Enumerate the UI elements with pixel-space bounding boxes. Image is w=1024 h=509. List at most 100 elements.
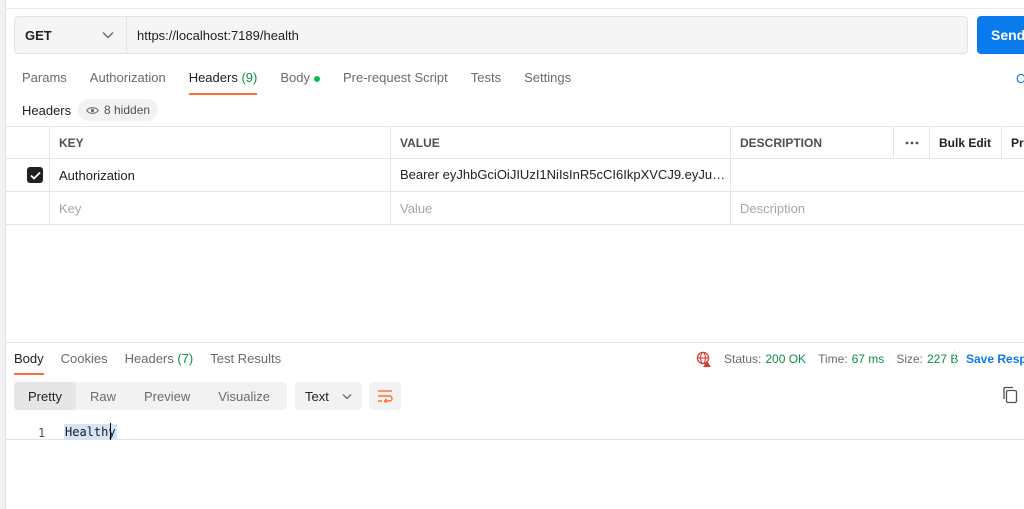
tab-body-label: Body	[280, 70, 310, 85]
hidden-headers-toggle[interactable]: 8 hidden	[78, 99, 159, 121]
key-placeholder: Key	[59, 200, 82, 216]
line-number: 1	[38, 426, 46, 440]
response-tabs: Body Cookies Headers (7) Test Results	[14, 351, 298, 375]
header-description-cell[interactable]	[730, 159, 893, 191]
presets-label: Pre	[1011, 135, 1024, 150]
header-key-cell[interactable]: Authorization	[49, 159, 390, 191]
tab-pre-request-script[interactable]: Pre-request Script	[343, 70, 448, 94]
time-info[interactable]: Time: 67 ms	[818, 352, 884, 366]
header-key-text: Authorization	[59, 167, 135, 183]
request-tabs: Params Authorization Headers (9) Body Pr…	[22, 70, 594, 95]
wrap-lines-icon	[378, 390, 393, 403]
new-value-input[interactable]: Value	[390, 192, 730, 224]
table-row-empty: Key Value Description	[5, 192, 1024, 225]
cookies-link[interactable]: C	[1016, 71, 1024, 86]
empty-checkbox-cell	[5, 192, 49, 224]
copy-icon	[1003, 386, 1018, 404]
tab-tests-label: Tests	[470, 70, 502, 85]
status-info[interactable]: Status: 200 OK	[724, 352, 806, 366]
value-placeholder: Value	[400, 200, 433, 216]
resp-tab-headers[interactable]: Headers (7)	[125, 351, 194, 375]
resp-tab-body-label: Body	[14, 351, 44, 366]
header-value-text: Bearer eyJhbGciOiJIUzI1NiIsInR5cCI6IkpXV…	[400, 167, 730, 182]
globe-warning-icon[interactable]	[696, 351, 712, 367]
more-horizontal-icon	[905, 141, 918, 144]
format-pretty[interactable]: Pretty	[14, 382, 76, 410]
status-separator	[954, 350, 955, 368]
check-icon	[29, 171, 41, 180]
code-editor-line[interactable]	[5, 423, 1024, 440]
format-preview-label: Preview	[143, 388, 191, 404]
time-value: 67 ms	[851, 352, 885, 366]
language-select[interactable]: Text	[295, 382, 362, 410]
hidden-headers-count: 8 hidden	[104, 103, 151, 117]
table-row: Authorization Bearer eyJhbGciOiJIUzI1NiI…	[5, 159, 1024, 192]
chevron-down-icon	[342, 393, 352, 399]
tab-authorization[interactable]: Authorization	[90, 70, 166, 94]
new-description-input[interactable]: Description	[730, 192, 893, 224]
resp-tab-headers-label: Headers	[124, 351, 174, 366]
column-key: KEY	[49, 127, 390, 158]
language-label: Text	[305, 388, 329, 404]
bulk-edit-label: Bulk Edit	[939, 135, 992, 150]
bulk-edit-button[interactable]: Bulk Edit	[929, 127, 1001, 158]
method-select[interactable]: GET	[15, 17, 127, 53]
response-divider[interactable]	[5, 342, 1024, 343]
status-label: Status:	[724, 352, 762, 366]
format-raw[interactable]: Raw	[76, 382, 130, 410]
body-indicator-dot	[313, 75, 320, 82]
tab-headers-count: (9)	[241, 70, 258, 85]
header-value-cell[interactable]: Bearer eyJhbGciOiJIUzI1NiIsInR5cCI6IkpXV…	[390, 159, 730, 191]
header-checkbox-column	[5, 127, 49, 158]
more-options-button[interactable]	[893, 127, 929, 158]
presets-button[interactable]: Pre	[1001, 127, 1024, 158]
tab-tests[interactable]: Tests	[471, 70, 501, 94]
row-checkbox[interactable]	[5, 159, 49, 191]
body-format-tabs: Pretty Raw Preview Visualize	[14, 382, 287, 410]
wrap-lines-button[interactable]	[369, 382, 401, 410]
time-label: Time:	[818, 352, 848, 366]
resp-tab-cookies-label: Cookies	[60, 351, 108, 366]
table-header-row: KEY VALUE DESCRIPTION Bulk Edit Pre	[5, 126, 1024, 159]
url-input[interactable]	[127, 17, 967, 53]
format-visualize[interactable]: Visualize	[204, 382, 284, 410]
tab-headers-label: Headers	[188, 70, 238, 85]
column-description: DESCRIPTION	[730, 127, 893, 158]
tab-params[interactable]: Params	[22, 70, 67, 94]
chevron-down-icon	[102, 32, 114, 39]
format-raw-label: Raw	[89, 388, 116, 404]
method-label: GET	[25, 27, 52, 43]
save-response-button[interactable]: Save Resp	[966, 352, 1024, 366]
format-preview[interactable]: Preview	[130, 382, 204, 410]
resp-tab-body[interactable]: Body	[14, 351, 44, 375]
tab-params-label: Params	[22, 70, 67, 85]
tab-settings[interactable]: Settings	[524, 70, 571, 94]
tab-headers[interactable]: Headers (9)	[188, 70, 258, 95]
top-divider	[5, 0, 1024, 9]
format-pretty-label: Pretty	[28, 388, 62, 404]
resp-tab-headers-count: (7)	[177, 351, 194, 366]
resp-tab-test-results-label: Test Results	[210, 351, 282, 366]
send-button[interactable]: Send	[977, 16, 1024, 54]
size-info[interactable]: Size: 227 B	[896, 352, 958, 366]
size-label: Size:	[896, 352, 923, 366]
headers-section-label: Headers	[22, 103, 72, 118]
status-value: 200 OK	[765, 352, 807, 366]
column-value: VALUE	[390, 127, 730, 158]
checkbox-checked[interactable]	[27, 167, 43, 183]
description-placeholder: Description	[740, 200, 806, 216]
format-visualize-label: Visualize	[218, 388, 271, 404]
new-key-input[interactable]: Key	[49, 192, 390, 224]
resp-tab-cookies[interactable]: Cookies	[61, 351, 108, 375]
tab-body[interactable]: Body	[280, 70, 320, 94]
eye-icon	[86, 106, 99, 114]
url-bar: GET	[14, 16, 968, 54]
resp-tab-test-results[interactable]: Test Results	[210, 351, 281, 375]
tab-settings-label: Settings	[524, 70, 572, 85]
response-status-bar: Status: 200 OK Time: 67 ms Size: 227 B	[696, 351, 970, 367]
copy-response-button[interactable]	[1002, 386, 1020, 406]
text-caret	[110, 423, 111, 440]
headers-table: KEY VALUE DESCRIPTION Bulk Edit Pre Auth…	[5, 126, 1024, 225]
tab-pre-request-label: Pre-request Script	[342, 70, 448, 85]
response-body-text[interactable]: Healthy	[64, 424, 117, 440]
